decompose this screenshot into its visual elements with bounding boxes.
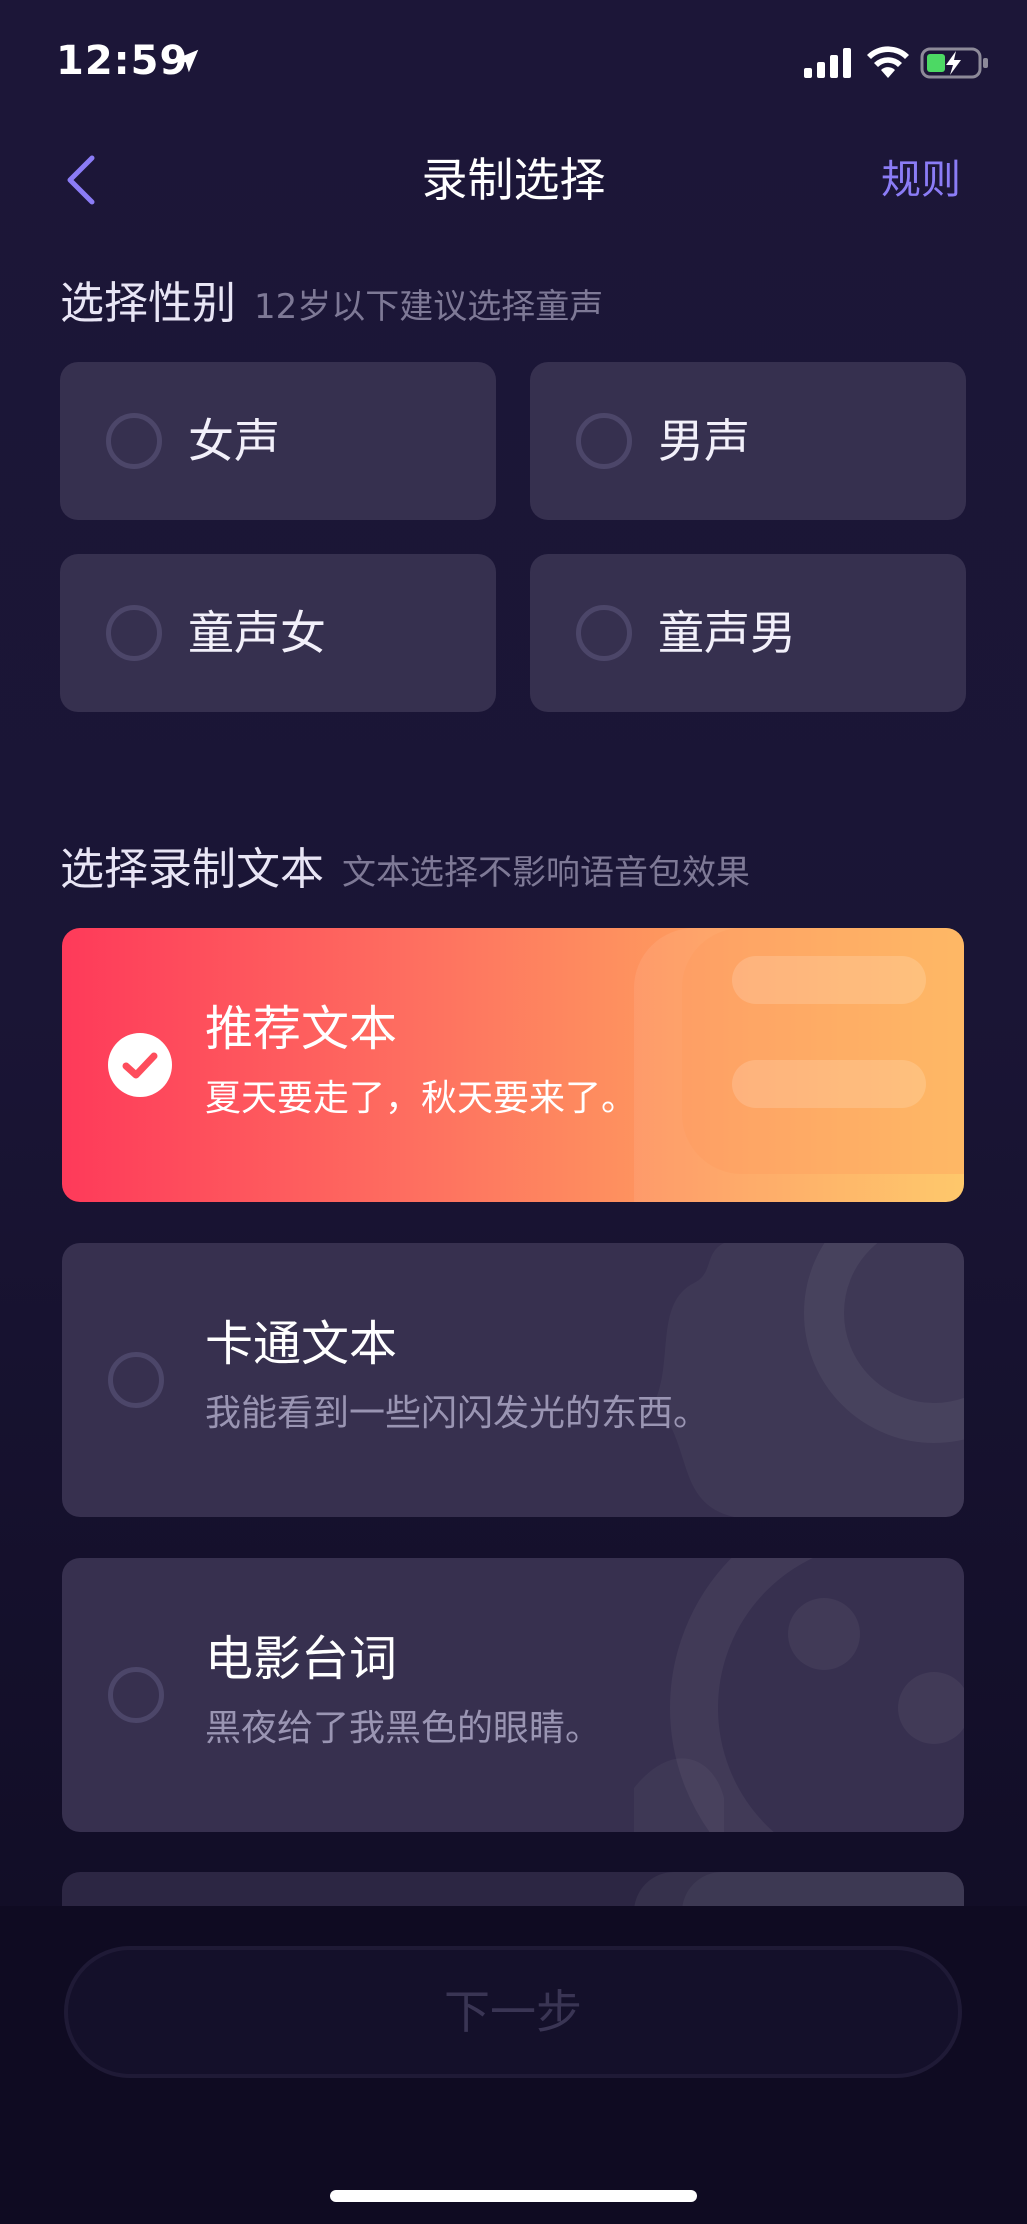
text-section-label: 选择录制文本 bbox=[60, 844, 324, 895]
next-step-button[interactable]: 下一步 bbox=[64, 1946, 962, 2078]
text-option-cartoon[interactable]: 卡通文本 我能看到一些闪闪发光的东西。 bbox=[62, 1243, 964, 1517]
radio-unselected-icon bbox=[106, 605, 162, 661]
radio-unselected-icon bbox=[108, 1352, 164, 1408]
status-bar: 12:59 bbox=[0, 0, 1027, 120]
film-reel-decoration-icon bbox=[634, 1558, 964, 1832]
document-decoration-icon bbox=[634, 928, 964, 1202]
gender-section-hint: 12岁以下建议选择童声 bbox=[254, 287, 604, 327]
text-option-sample: 我能看到一些闪闪发光的东西。 bbox=[205, 1393, 710, 1434]
text-option-movie-lines[interactable]: 电影台词 黑夜给了我黑色的眼睛。 bbox=[62, 1558, 964, 1832]
page-title: 录制选择 bbox=[421, 153, 606, 207]
gender-section-label: 选择性别 bbox=[60, 278, 236, 329]
gender-option-female[interactable]: 女声 bbox=[60, 362, 496, 520]
cartoon-decoration-icon bbox=[654, 1243, 964, 1517]
gender-option-male[interactable]: 男声 bbox=[530, 362, 966, 520]
home-indicator bbox=[330, 2190, 697, 2202]
wifi-icon bbox=[867, 46, 909, 78]
gender-section-header: 选择性别 12岁以下建议选择童声 bbox=[60, 274, 603, 337]
radio-unselected-icon bbox=[106, 413, 162, 469]
rules-link[interactable]: 规则 bbox=[881, 150, 961, 210]
radio-unselected-icon bbox=[108, 1667, 164, 1723]
text-option-title: 卡通文本 bbox=[205, 1316, 398, 1372]
text-option-sample: 黑夜给了我黑色的眼睛。 bbox=[205, 1708, 602, 1749]
text-section-hint: 文本选择不影响语音包效果 bbox=[342, 853, 750, 893]
radio-unselected-icon bbox=[576, 413, 632, 469]
status-time: 12:59 bbox=[56, 38, 189, 84]
cellular-signal-icon bbox=[804, 48, 851, 78]
location-arrow-icon bbox=[175, 49, 199, 73]
radio-unselected-icon bbox=[576, 605, 632, 661]
text-option-title: 推荐文本 bbox=[205, 1001, 398, 1057]
text-option-title: 电影台词 bbox=[205, 1631, 398, 1687]
gender-option-label: 男声 bbox=[658, 414, 750, 468]
text-section-header: 选择录制文本 文本选择不影响语音包效果 bbox=[60, 840, 750, 903]
text-option-sample: 夏天要走了，秋天要来了。 bbox=[205, 1078, 638, 1119]
gender-option-label: 童声男 bbox=[658, 606, 796, 660]
battery-charging-icon bbox=[920, 47, 988, 79]
text-option-recommended[interactable]: 推荐文本 夏天要走了，秋天要来了。 bbox=[62, 928, 964, 1202]
gender-option-child-female[interactable]: 童声女 bbox=[60, 554, 496, 712]
gender-option-label: 女声 bbox=[188, 414, 280, 468]
gender-option-child-male[interactable]: 童声男 bbox=[530, 554, 966, 712]
gender-option-label: 童声女 bbox=[188, 606, 326, 660]
checkmark-selected-icon bbox=[108, 1033, 172, 1097]
